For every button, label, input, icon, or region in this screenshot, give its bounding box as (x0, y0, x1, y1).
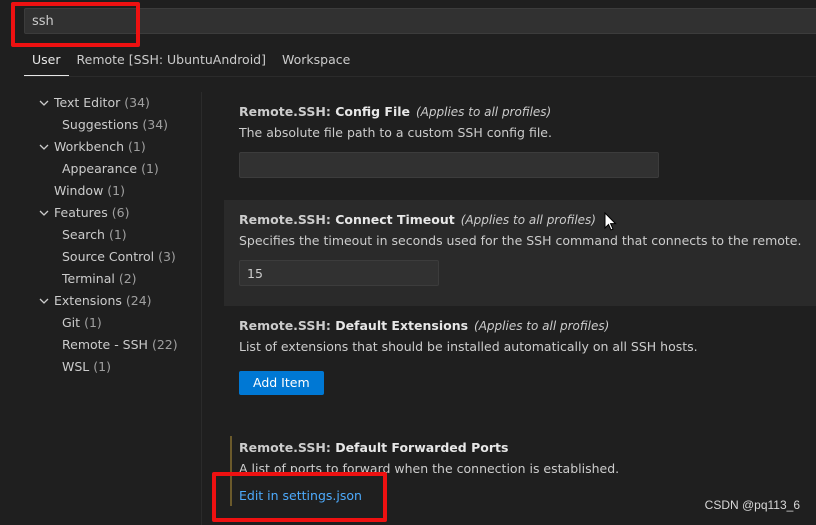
setting-category: Remote.SSH: (239, 104, 336, 119)
setting-title: Remote.SSH: Default Forwarded Ports (239, 438, 801, 458)
config-file-input[interactable] (239, 152, 659, 178)
setting-name: Default Forwarded Ports (335, 440, 509, 455)
toc-item[interactable]: Workbench (1) (24, 136, 200, 158)
toc-item[interactable]: Appearance (1) (24, 158, 200, 180)
add-item-button[interactable]: Add Item (239, 371, 324, 395)
toc-item-count: (34) (142, 117, 169, 132)
toc-item[interactable]: Git (1) (24, 312, 200, 334)
chevron-down-icon[interactable] (36, 92, 52, 114)
setting-description: Specifies the timeout in seconds used fo… (239, 233, 802, 248)
chevron-down-icon[interactable] (36, 202, 52, 224)
toc-item-label: Git (62, 315, 81, 330)
setting-category: Remote.SSH: (239, 440, 336, 455)
setting-name: Default Extensions (335, 318, 469, 333)
tab-user[interactable]: User (24, 48, 69, 76)
toc-item[interactable]: Source Control (3) (24, 246, 200, 268)
setting-description: The absolute file path to a custom SSH c… (239, 125, 552, 140)
toc-item[interactable]: Window (1) (24, 180, 200, 202)
modified-indicator (230, 436, 232, 506)
setting-description: A list of ports to forward when the conn… (239, 461, 620, 476)
mouse-pointer-icon (604, 212, 617, 231)
settings-search-input[interactable] (24, 8, 816, 34)
setting-scope: (Applies to all profiles) (416, 105, 552, 119)
setting-scope: (Applies to all profiles) (474, 319, 610, 333)
setting-scope: (Applies to all profiles) (460, 213, 596, 227)
toc-item-label: Appearance (62, 161, 138, 176)
toc-item-count: (1) (107, 183, 126, 198)
toc-item-count: (1) (84, 315, 102, 330)
toc-item-count: (24) (125, 293, 152, 308)
toc-item[interactable]: Suggestions (34) (24, 114, 200, 136)
settings-list: Remote.SSH: Config File (Applies to all p… (224, 92, 816, 524)
settings-search-bar (0, 0, 816, 40)
toc-item-count: (6) (111, 205, 130, 220)
tabs-divider (24, 76, 816, 77)
connect-timeout-input[interactable] (239, 260, 439, 286)
toc-item-count: (1) (108, 227, 127, 242)
toc-item[interactable]: Remote - SSH (22) (24, 334, 200, 356)
toc-item-label: WSL (62, 359, 90, 374)
settings-scope-tabs: User Remote [SSH: UbuntuAndroid] Workspa… (24, 48, 358, 76)
toc-item-count: (22) (151, 337, 178, 352)
setting-category: Remote.SSH: (239, 212, 336, 227)
setting-default-extensions: Remote.SSH: Default Extensions (Applies t… (224, 306, 816, 428)
tab-workspace[interactable]: Workspace (274, 48, 358, 76)
settings-toc-tree: Text Editor (34) Suggestions (34) Workbench(… (24, 92, 200, 378)
toc-sash[interactable] (201, 92, 202, 525)
toc-item-label: Search (62, 227, 105, 242)
chevron-down-icon[interactable] (36, 136, 52, 158)
setting-description: List of extensions that should be instal… (239, 339, 698, 354)
toc-item-count: (3) (158, 249, 176, 264)
toc-item-label: Suggestions (62, 117, 139, 132)
toc-item-label: Text Editor (54, 95, 121, 110)
chevron-down-icon[interactable] (36, 290, 52, 312)
setting-config-file: Remote.SSH: Config File (Applies to all p… (224, 92, 816, 200)
setting-name: Connect Timeout (335, 212, 455, 227)
edit-in-settings-json-link[interactable]: Edit in settings.json (239, 488, 362, 503)
toc-item-label: Extensions (54, 293, 122, 308)
toc-item[interactable]: Extensions (24) (24, 290, 200, 312)
toc-item[interactable]: Features (6) (24, 202, 200, 224)
toc-item-label: Workbench (54, 139, 124, 154)
setting-title: Remote.SSH: Connect Timeout (Applies to a… (239, 210, 801, 230)
toc-item[interactable]: Text Editor (34) (24, 92, 200, 114)
toc-item[interactable]: Terminal (2) (24, 268, 200, 290)
toc-item-label: Remote - SSH (62, 337, 148, 352)
toc-item-count: (34) (124, 95, 150, 110)
toc-item-label: Features (54, 205, 108, 220)
toc-item-label: Source Control (62, 249, 155, 264)
toc-item-count: (2) (118, 271, 137, 286)
toc-item[interactable]: WSL (1) (24, 356, 200, 378)
toc-item[interactable]: Search (1) (24, 224, 200, 246)
watermark: CSDN @pq113_6 (704, 498, 800, 512)
toc-item-count: (1) (93, 359, 111, 374)
setting-connect-timeout: Remote.SSH: Connect Timeout (Applies to a… (224, 200, 816, 306)
setting-title: Remote.SSH: Config File (Applies to all p… (239, 102, 801, 122)
setting-title: Remote.SSH: Default Extensions (Applies t… (239, 316, 801, 336)
tab-remote[interactable]: Remote [SSH: UbuntuAndroid] (69, 48, 275, 76)
toc-item-count: (1) (141, 161, 159, 176)
toc-item-label: Window (54, 183, 104, 198)
toc-item-label: Terminal (62, 271, 115, 286)
setting-name: Config File (335, 104, 410, 119)
toc-item-count: (1) (128, 139, 146, 154)
setting-category: Remote.SSH: (239, 318, 336, 333)
